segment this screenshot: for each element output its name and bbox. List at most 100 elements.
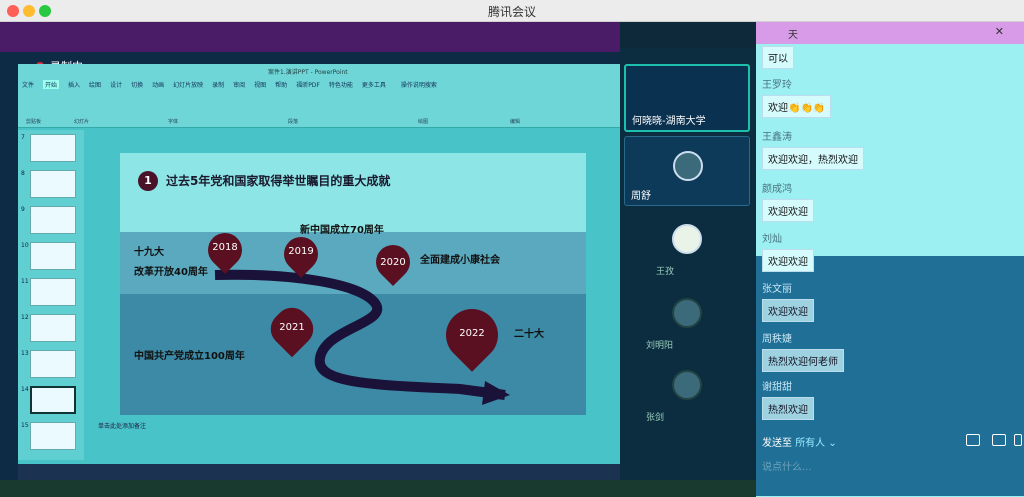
ppt-tab-animations[interactable]: 动画 bbox=[152, 80, 164, 89]
chat-header-title: 天 bbox=[788, 30, 798, 41]
label-xiaokang: 全面建成小康社会 bbox=[420, 255, 500, 266]
ppt-tab-slideshow[interactable]: 幻灯片放映 bbox=[173, 80, 203, 89]
group-paragraph: 段落 bbox=[288, 119, 299, 125]
label-congress19: 十九大 bbox=[134, 247, 164, 258]
close-icon[interactable]: ✕ bbox=[995, 25, 1004, 38]
slide-thumbnail[interactable] bbox=[30, 350, 76, 378]
group-font: 字体 bbox=[168, 119, 179, 125]
ppt-tab-features[interactable]: 特色功能 bbox=[329, 80, 353, 89]
ppt-tell-me[interactable]: 操作说明搜索 bbox=[401, 80, 437, 89]
video-name: 周舒 bbox=[631, 191, 651, 202]
thumb-number: 7 bbox=[21, 134, 25, 141]
screenshot-icon[interactable] bbox=[992, 434, 1006, 446]
chat-input[interactable]: 说点什么... bbox=[762, 458, 812, 473]
slide-thumbnail[interactable] bbox=[30, 278, 76, 306]
label-party100: 中国共产党成立100周年 bbox=[134, 351, 245, 362]
ppt-tab-record[interactable]: 录制 bbox=[212, 80, 224, 89]
slide-thumbnail[interactable] bbox=[30, 206, 76, 234]
chat-message: 王鑫涛 欢迎欢迎，热烈欢迎 bbox=[762, 128, 864, 170]
chat-panel: 天 ✕ 可以 王罗玲 欢迎👏👏👏 王鑫涛 欢迎欢迎，热烈欢迎 颜成鸿 欢迎欢迎 … bbox=[756, 22, 1024, 497]
chat-bubble: 热烈欢迎何老师 bbox=[762, 349, 844, 372]
ppt-tab-file[interactable]: 文件 bbox=[22, 80, 34, 89]
ppt-ribbon: 案件1.演讲PPT - PowerPoint 文件 开始 插入 绘图 设计 切换… bbox=[18, 64, 620, 128]
powerpoint-window: 案件1.演讲PPT - PowerPoint 文件 开始 插入 绘图 设计 切换… bbox=[18, 64, 620, 480]
video-tile[interactable]: 周舒 bbox=[624, 136, 750, 206]
avatar[interactable] bbox=[672, 298, 702, 328]
thumb-number: 11 bbox=[21, 278, 29, 285]
chat-header: 天 bbox=[756, 22, 1024, 44]
ppt-title: 案件1.演讲PPT - PowerPoint bbox=[268, 69, 348, 76]
label-congress20: 二十大 bbox=[514, 329, 544, 340]
participant-video-list: 何晓晓-湖南大学 周舒 王孜 刘明阳 张剑 bbox=[620, 48, 756, 497]
thumb-number: 12 bbox=[21, 314, 29, 321]
thumb-number: 14 bbox=[21, 386, 29, 393]
avatar bbox=[673, 151, 703, 181]
ppt-tab-home[interactable]: 开始 bbox=[43, 80, 60, 89]
slide-thumbnail[interactable] bbox=[30, 422, 76, 450]
ppt-tab-transitions[interactable]: 切换 bbox=[131, 80, 143, 89]
thumb-number: 15 bbox=[21, 422, 29, 429]
send-to-selector[interactable]: 发送至 所有人 ⌄ bbox=[762, 434, 837, 449]
chat-bubble: 欢迎欢迎 bbox=[762, 199, 814, 222]
slide-thumbnail-selected[interactable] bbox=[30, 386, 76, 414]
group-drawing: 绘图 bbox=[418, 119, 429, 125]
ppt-tab-insert[interactable]: 插入 bbox=[68, 80, 80, 89]
participant-name: 张剑 bbox=[646, 413, 665, 423]
send-to-label: 发送至 bbox=[762, 438, 792, 449]
chat-bubble: 可以 bbox=[762, 46, 794, 69]
ppt-tab-help[interactable]: 帮助 bbox=[275, 80, 287, 89]
group-slides: 幻灯片 bbox=[74, 119, 90, 125]
pin-year: 2020 bbox=[380, 257, 406, 268]
pin-year: 2022 bbox=[459, 328, 485, 339]
ppt-tab-view[interactable]: 视图 bbox=[254, 80, 266, 89]
ppt-tab-design[interactable]: 设计 bbox=[110, 80, 122, 89]
pin-year: 2018 bbox=[212, 242, 238, 253]
tencent-meeting-window: 腾讯会议 录制中 案件1.演讲PPT - PowerPoint 文件 开始 插入… bbox=[0, 0, 1024, 497]
pin-year: 2019 bbox=[288, 246, 314, 257]
video-name: 何晓晓-湖南大学 bbox=[632, 116, 706, 127]
send-to-value: 所有人 bbox=[795, 438, 826, 449]
chat-bubble: 欢迎欢迎 bbox=[762, 249, 814, 272]
chat-bubble: 欢迎👏👏👏 bbox=[762, 95, 832, 118]
chevron-down-icon: ⌄ bbox=[825, 438, 837, 449]
participant-name: 刘明阳 bbox=[646, 341, 674, 351]
chat-sender: 张文丽 bbox=[762, 284, 792, 295]
chat-sender: 王鑫涛 bbox=[762, 132, 792, 143]
ppt-tab-foxit[interactable]: 福昕PDF bbox=[296, 80, 320, 89]
chat-message: 王罗玲 欢迎👏👏👏 bbox=[762, 76, 832, 118]
chat-sender: 刘灿 bbox=[762, 234, 782, 245]
thumb-number: 9 bbox=[21, 206, 25, 213]
slide-canvas[interactable]: 1 过去5年党和国家取得举世瞩目的重大成就 新中国成立70周年 十九大 改革开放… bbox=[120, 153, 586, 415]
shared-screen-top-band bbox=[0, 22, 620, 52]
chat-sender: 颜成鸿 bbox=[762, 184, 792, 195]
chat-bubble: 热烈欢迎 bbox=[762, 397, 814, 420]
thumb-number: 13 bbox=[21, 350, 29, 357]
person-icon[interactable] bbox=[1014, 434, 1022, 446]
chat-sender: 王罗玲 bbox=[762, 80, 792, 91]
chat-message: 刘灿 欢迎欢迎 bbox=[762, 230, 814, 272]
ppt-status-bar bbox=[18, 464, 620, 480]
meeting-toolbar bbox=[0, 480, 756, 497]
notes-hint[interactable]: 单击此处添加备注 bbox=[98, 421, 146, 430]
slide-thumbnails: 7 8 9 10 11 12 13 14 15 bbox=[18, 130, 84, 460]
group-editing: 编辑 bbox=[510, 119, 521, 125]
folder-icon[interactable] bbox=[966, 434, 980, 446]
label-reform40: 改革开放40周年 bbox=[134, 267, 208, 278]
chat-bubble: 欢迎欢迎，热烈欢迎 bbox=[762, 147, 864, 170]
ppt-tab-draw[interactable]: 绘图 bbox=[89, 80, 101, 89]
slide-thumbnail[interactable] bbox=[30, 170, 76, 198]
window-title: 腾讯会议 bbox=[487, 5, 536, 19]
chat-message: 周秩婕 热烈欢迎何老师 bbox=[762, 330, 844, 372]
slide-thumbnail[interactable] bbox=[30, 314, 76, 342]
avatar[interactable] bbox=[672, 370, 702, 400]
avatar[interactable] bbox=[672, 224, 702, 254]
shared-screen: 录制中 案件1.演讲PPT - PowerPoint 文件 开始 插入 绘图 设… bbox=[0, 22, 620, 497]
chat-message: 颜成鸿 欢迎欢迎 bbox=[762, 180, 814, 222]
slide-thumbnail[interactable] bbox=[30, 242, 76, 270]
participant-name: 王孜 bbox=[656, 267, 675, 277]
slide-thumbnail[interactable] bbox=[30, 134, 76, 162]
chat-sender: 谢甜甜 bbox=[762, 382, 792, 393]
video-tile-active[interactable]: 何晓晓-湖南大学 bbox=[624, 64, 750, 132]
ppt-tab-review[interactable]: 审阅 bbox=[233, 80, 245, 89]
ppt-tab-more-tools[interactable]: 更多工具 bbox=[362, 80, 386, 89]
